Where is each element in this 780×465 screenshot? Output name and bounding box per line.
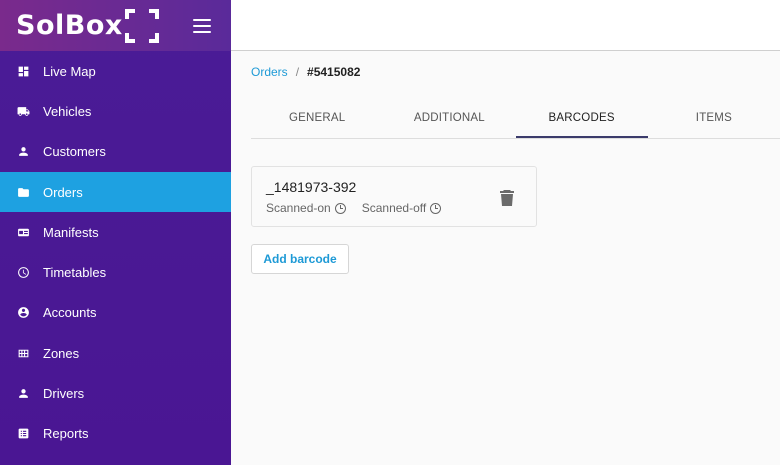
sidebar-item-drivers[interactable]: Drivers	[0, 373, 231, 413]
sidebar-item-zones[interactable]: Zones	[0, 333, 231, 373]
breadcrumb-separator: /	[295, 65, 300, 79]
scanned-on-status: Scanned-on	[266, 201, 346, 215]
sidebar-item-label: Customers	[43, 144, 106, 160]
sidebar-item-customers[interactable]: Customers	[0, 132, 231, 172]
sidebar-item-manifests[interactable]: Manifests	[0, 212, 231, 252]
solbox-logo[interactable]: SolBox	[16, 8, 159, 43]
account-circle-icon	[16, 306, 30, 320]
sidebar-item-accounts[interactable]: Accounts	[0, 293, 231, 333]
sidebar-item-label: Zones	[43, 345, 80, 361]
clock-icon	[16, 266, 30, 280]
sidebar-item-label: Drivers	[43, 386, 85, 402]
top-bar	[231, 0, 780, 51]
scanned-on-label: Scanned-on	[266, 201, 331, 215]
person-icon	[16, 387, 30, 401]
dashboard-icon	[16, 64, 30, 78]
truck-icon	[16, 104, 30, 118]
main-content: Orders / #5415082 GENERAL ADDITIONAL BAR…	[231, 0, 780, 465]
person-icon	[16, 145, 30, 159]
sidebar-item-reports[interactable]: Reports	[0, 414, 231, 454]
tab-barcodes[interactable]: BARCODES	[515, 100, 648, 138]
brand-bar: SolBox	[0, 0, 231, 51]
sidebar-item-live-map[interactable]: Live Map	[0, 51, 231, 91]
delete-icon[interactable]	[500, 189, 514, 206]
sidebar-item-label: Accounts	[43, 305, 97, 321]
list-icon	[16, 427, 30, 441]
clock-icon	[430, 202, 442, 214]
barcode-value: _1481973-392	[266, 179, 357, 195]
barcode-card: _1481973-392 Scanned-on Scanned-off	[251, 166, 537, 227]
sidebar-item-label: Orders	[43, 184, 83, 200]
sidebar-item-label: Vehicles	[43, 103, 92, 119]
breadcrumb-orders-link[interactable]: Orders	[251, 65, 288, 79]
card-icon	[16, 225, 30, 239]
clock-icon	[334, 202, 346, 214]
folder-icon	[16, 185, 30, 199]
sidebar-nav: Live Map Vehicles Customers Orders Manif…	[0, 51, 231, 454]
menu-icon[interactable]	[193, 18, 211, 33]
logo-brackets-icon	[124, 8, 159, 43]
order-tabs: GENERAL ADDITIONAL BARCODES ITEMS	[251, 100, 780, 139]
logo-text: SolBox	[16, 10, 123, 41]
scanned-off-label: Scanned-off	[361, 201, 427, 215]
sidebar-item-label: Live Map	[43, 63, 96, 79]
sidebar-item-timetables[interactable]: Timetables	[0, 252, 231, 292]
tab-items[interactable]: ITEMS	[648, 100, 780, 138]
sidebar-item-vehicles[interactable]: Vehicles	[0, 91, 231, 131]
sidebar-item-label: Timetables	[43, 265, 107, 281]
grid-icon	[16, 346, 30, 360]
sidebar-item-orders[interactable]: Orders	[0, 171, 231, 213]
scanned-off-status: Scanned-off	[362, 201, 442, 215]
sidebar-item-label: Reports	[43, 426, 89, 442]
add-barcode-button[interactable]: Add barcode	[251, 244, 349, 274]
order-number: #5415082	[307, 65, 361, 79]
sidebar: SolBox Live Map Vehicles Customers Order…	[0, 0, 231, 465]
tab-general[interactable]: GENERAL	[251, 100, 383, 138]
breadcrumb: Orders / #5415082	[251, 65, 360, 79]
sidebar-item-label: Manifests	[43, 224, 99, 240]
scan-status-row: Scanned-on Scanned-off	[266, 201, 522, 215]
tab-additional[interactable]: ADDITIONAL	[383, 100, 515, 138]
